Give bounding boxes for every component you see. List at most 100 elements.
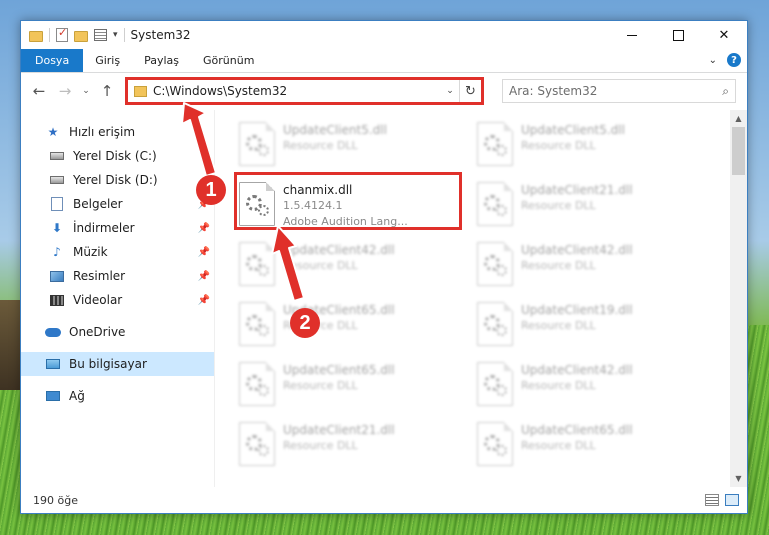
- file-type: Resource DLL: [283, 439, 358, 452]
- scroll-up-icon[interactable]: ▲: [730, 110, 747, 127]
- file-type: Resource DLL: [521, 319, 596, 332]
- file-name: UpdateClient21.dll: [521, 183, 633, 197]
- view-switcher: [705, 494, 739, 506]
- file-item[interactable]: UpdateClient65.dll Resource DLL: [239, 298, 477, 358]
- file-name: chanmix.dll: [283, 183, 353, 197]
- new-folder-icon[interactable]: [74, 30, 88, 42]
- search-icon[interactable]: ⌕: [722, 84, 729, 99]
- file-item[interactable]: UpdateClient65.dll Resource DLL: [239, 358, 477, 418]
- step-badge-1: 1: [196, 175, 226, 205]
- sidebar-item-quick-access[interactable]: ★ Hızlı erişim: [21, 120, 214, 144]
- file-item[interactable]: UpdateClient19.dll Resource DLL: [477, 298, 715, 358]
- tab-home[interactable]: Giriş: [83, 49, 132, 72]
- sidebar-item-network[interactable]: Ağ: [21, 384, 214, 408]
- pin-icon[interactable]: 📌: [198, 247, 210, 258]
- maximize-button[interactable]: [655, 21, 701, 49]
- file-version: 1.5.4124.1: [283, 199, 343, 212]
- file-name: UpdateClient65.dll: [521, 423, 633, 437]
- folder-icon: [134, 85, 147, 97]
- sidebar-item-this-pc[interactable]: Bu bilgisayar: [21, 352, 214, 376]
- file-item[interactable]: UpdateClient5.dll Resource DLL: [239, 118, 477, 178]
- sidebar-item-label: Ağ: [69, 389, 85, 403]
- sidebar-item-label: Hızlı erişim: [69, 125, 136, 139]
- explorer-window: ▾ System32 ✕ Dosya Giriş Paylaş Görünüm …: [20, 20, 748, 514]
- scroll-thumb[interactable]: [732, 127, 745, 175]
- sidebar-item-label: Belgeler: [73, 197, 123, 211]
- file-name: UpdateClient42.dll: [521, 363, 633, 377]
- file-item[interactable]: UpdateClient42.dll Resource DLL: [239, 238, 477, 298]
- address-bar[interactable]: C:\Windows\System32 ⌄ ↻: [125, 77, 484, 105]
- back-button[interactable]: ←: [27, 79, 51, 103]
- content-area: ★ Hızlı erişim Yerel Disk (C:) Yerel Dis…: [21, 110, 747, 487]
- file-list: UpdateClient5.dll Resource DLL UpdateClie…: [215, 110, 747, 487]
- large-icons-view-icon[interactable]: [725, 494, 739, 506]
- sidebar-item-documents[interactable]: Belgeler 📌: [21, 192, 214, 216]
- vertical-scrollbar[interactable]: ▲ ▼: [730, 110, 747, 487]
- search-input[interactable]: Ara: System32 ⌕: [502, 79, 736, 103]
- toolbar-separator: [49, 28, 50, 42]
- sidebar-item-disk-c[interactable]: Yerel Disk (C:): [21, 144, 214, 168]
- expand-ribbon-icon[interactable]: ⌄: [709, 55, 717, 66]
- recent-locations-button[interactable]: ⌄: [79, 79, 93, 103]
- sidebar-item-pictures[interactable]: Resimler 📌: [21, 264, 214, 288]
- navigation-bar: ← → ⌄ ↑ C:\Windows\System32 ⌄ ↻ Ara: Sys…: [21, 73, 747, 109]
- sidebar-item-label: Resimler: [73, 269, 126, 283]
- file-name: UpdateClient42.dll: [521, 243, 633, 257]
- address-dropdown-icon[interactable]: ⌄: [441, 86, 459, 96]
- file-type: Resource DLL: [521, 199, 596, 212]
- dll-file-icon: [477, 182, 513, 226]
- ribbon-right: ⌄ ?: [709, 53, 741, 67]
- sidebar-item-onedrive[interactable]: OneDrive: [21, 320, 214, 344]
- file-item[interactable]: UpdateClient5.dll Resource DLL: [477, 118, 715, 178]
- status-bar: 190 öğe: [21, 487, 747, 513]
- sidebar-item-label: İndirmeler: [73, 221, 135, 235]
- search-placeholder: Ara: System32: [509, 84, 598, 98]
- dll-file-icon: [239, 362, 275, 406]
- forward-button[interactable]: →: [53, 79, 77, 103]
- file-item[interactable]: UpdateClient42.dll Resource DLL: [477, 358, 715, 418]
- help-icon[interactable]: ?: [727, 53, 741, 67]
- navigation-pane: ★ Hızlı erişim Yerel Disk (C:) Yerel Dis…: [21, 110, 215, 487]
- refresh-button[interactable]: ↻: [459, 80, 481, 102]
- scroll-down-icon[interactable]: ▼: [730, 470, 747, 487]
- quick-access-toolbar: ▾: [21, 21, 125, 49]
- file-item[interactable]: UpdateClient21.dll Resource DLL: [239, 418, 477, 478]
- window-title: System32: [130, 28, 191, 42]
- sidebar-item-downloads[interactable]: ⬇ İndirmeler 📌: [21, 216, 214, 240]
- file-type: Resource DLL: [283, 259, 358, 272]
- sidebar-item-label: OneDrive: [69, 325, 126, 339]
- address-path[interactable]: C:\Windows\System32: [153, 84, 441, 98]
- details-view-icon[interactable]: [705, 494, 719, 506]
- this-pc-icon: [45, 357, 61, 371]
- pin-icon[interactable]: 📌: [198, 295, 210, 306]
- pin-icon[interactable]: 📌: [198, 223, 210, 234]
- sidebar-item-videos[interactable]: Videolar 📌: [21, 288, 214, 312]
- sidebar-item-label: Müzik: [73, 245, 108, 259]
- file-item-chanmix[interactable]: chanmix.dll 1.5.4124.1 Adobe Audition La…: [234, 172, 477, 238]
- file-name: UpdateClient5.dll: [521, 123, 625, 137]
- disk-icon: [49, 173, 65, 187]
- file-type: Resource DLL: [521, 139, 596, 152]
- minimize-button[interactable]: [609, 21, 655, 49]
- tab-share[interactable]: Paylaş: [132, 49, 191, 72]
- network-icon: [45, 389, 61, 403]
- file-item[interactable]: UpdateClient65.dll Resource DLL: [477, 418, 715, 478]
- close-button[interactable]: ✕: [701, 21, 747, 49]
- up-button[interactable]: ↑: [95, 79, 119, 103]
- sidebar-item-disk-d[interactable]: Yerel Disk (D:): [21, 168, 214, 192]
- dll-file-icon: [239, 302, 275, 346]
- pin-icon[interactable]: 📌: [198, 271, 210, 282]
- tab-view[interactable]: Görünüm: [191, 49, 266, 72]
- qat-dropdown-icon[interactable]: ▾: [113, 30, 118, 40]
- file-item[interactable]: UpdateClient42.dll Resource DLL: [477, 238, 715, 298]
- tab-file[interactable]: Dosya: [21, 49, 84, 72]
- properties-check-icon[interactable]: [56, 26, 68, 42]
- file-type: Resource DLL: [521, 259, 596, 272]
- downloads-icon: ⬇: [51, 221, 63, 235]
- file-item[interactable]: UpdateClient21.dll Resource DLL: [477, 178, 715, 238]
- properties-icon[interactable]: [94, 29, 107, 41]
- sidebar-item-music[interactable]: ♪ Müzik 📌: [21, 240, 214, 264]
- dll-file-icon: [239, 422, 275, 466]
- pictures-icon: [49, 269, 65, 283]
- file-description: Adobe Audition Lang...: [283, 215, 408, 228]
